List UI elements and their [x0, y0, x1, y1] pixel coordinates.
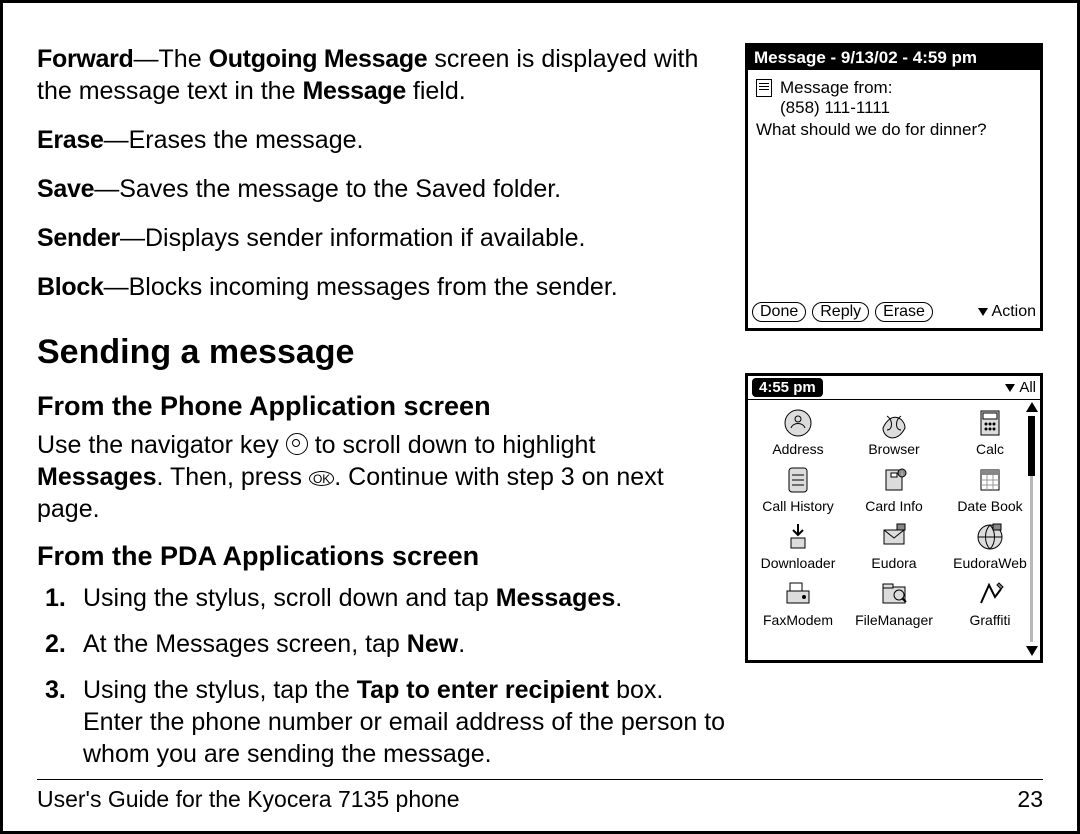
step-number: 1.: [45, 582, 66, 614]
def-block: Block—Blocks incoming messages from the …: [37, 271, 727, 303]
bold-messages: Messages: [496, 584, 616, 612]
page-footer: User's Guide for the Kyocera 7135 phone …: [37, 779, 1043, 813]
message-title-bar: Message - 9/13/02 - 4:59 pm: [748, 46, 1040, 70]
term-forward: Forward: [37, 45, 134, 73]
app-faxmodem[interactable]: FaxModem: [750, 577, 846, 628]
app-eudora[interactable]: Eudora: [846, 520, 942, 571]
app-calc[interactable]: Calc: [942, 406, 1038, 457]
text: .: [458, 630, 465, 658]
step-3: 3. Using the stylus, tap the Tap to ente…: [37, 674, 727, 770]
app-label: Browser: [868, 441, 919, 457]
app-address[interactable]: Address: [750, 406, 846, 457]
text: At the Messages screen, tap: [83, 630, 407, 658]
app-label: Eudora: [871, 555, 916, 571]
scroll-down-icon: [1026, 646, 1038, 656]
screenshot-column: Message - 9/13/02 - 4:59 pm Message from…: [745, 43, 1043, 784]
text: —Saves the message to the Saved folder.: [94, 175, 561, 203]
done-button[interactable]: Done: [752, 302, 806, 322]
step-number: 2.: [45, 628, 66, 660]
page-number: 23: [1017, 786, 1043, 813]
app-filemanager[interactable]: FileManager: [846, 577, 942, 628]
filter-label: All: [1019, 379, 1036, 396]
app-grid: Address Browser Calc Call History i Card …: [748, 400, 1040, 630]
app-eudoraweb[interactable]: EudoraWeb: [942, 520, 1038, 571]
reply-button[interactable]: Reply: [812, 302, 869, 322]
def-erase: Erase—Erases the message.: [37, 124, 727, 156]
chevron-down-icon: [978, 308, 988, 316]
launcher-scrollbar[interactable]: [1026, 402, 1038, 656]
message-from-number: (858) 111-1111: [780, 98, 890, 117]
launcher-status-bar: 4:55 pm All: [748, 376, 1040, 400]
text: Use the navigator key: [37, 431, 286, 459]
bold-new: New: [407, 630, 458, 658]
steps-list: 1. Using the stylus, scroll down and tap…: [37, 582, 727, 770]
subheading-pda-apps: From the PDA Applications screen: [37, 539, 727, 574]
text: .: [615, 584, 622, 612]
app-graffiti[interactable]: Graffiti: [942, 577, 1038, 628]
page-content: Forward—The Outgoing Message screen is d…: [37, 43, 1043, 784]
bold-messages: Messages: [37, 463, 157, 491]
def-sender: Sender—Displays sender information if av…: [37, 222, 727, 254]
message-from-text: Message from: (858) 111-1111: [780, 78, 892, 118]
app-date-book[interactable]: Date Book: [942, 463, 1038, 514]
app-browser[interactable]: Browser: [846, 406, 942, 457]
app-label: Address: [772, 441, 823, 457]
subheading-phone-app: From the Phone Application screen: [37, 389, 727, 424]
action-menu[interactable]: Action: [978, 303, 1036, 321]
scroll-thumb: [1028, 416, 1035, 476]
text: field.: [406, 77, 466, 105]
def-save: Save—Saves the message to the Saved fold…: [37, 173, 727, 205]
bold-message-field: Message: [302, 77, 406, 105]
ok-key-icon: OK: [309, 471, 334, 486]
def-forward: Forward—The Outgoing Message screen is d…: [37, 43, 727, 107]
app-label: EudoraWeb: [953, 555, 1027, 571]
text: Using the stylus, tap the: [83, 676, 357, 704]
app-label: Call History: [762, 498, 834, 514]
app-label: FileManager: [855, 612, 933, 628]
text: to scroll down to highlight: [308, 431, 596, 459]
app-downloader[interactable]: Downloader: [750, 520, 846, 571]
app-card-info[interactable]: i Card Info: [846, 463, 942, 514]
screenshot-launcher: 4:55 pm All Address Browser Calc Call Hi…: [745, 373, 1043, 663]
term-sender: Sender: [37, 224, 120, 252]
action-label: Action: [992, 303, 1036, 321]
body-text-column: Forward—The Outgoing Message screen is d…: [37, 43, 727, 784]
footer-title: User's Guide for the Kyocera 7135 phone: [37, 786, 459, 813]
message-from-label: Message from:: [780, 78, 892, 97]
app-label: Downloader: [761, 555, 836, 571]
chevron-down-icon: [1005, 384, 1015, 392]
screenshot-message: Message - 9/13/02 - 4:59 pm Message from…: [745, 43, 1043, 331]
term-erase: Erase: [37, 126, 104, 154]
app-label: Graffiti: [970, 612, 1011, 628]
navigator-key-icon: [286, 433, 308, 455]
text: . Then, press: [157, 463, 309, 491]
app-label: Date Book: [957, 498, 1022, 514]
category-filter[interactable]: All: [1005, 379, 1036, 396]
app-label: Card Info: [865, 498, 923, 514]
step-2: 2. At the Messages screen, tap New.: [37, 628, 727, 660]
text: —Erases the message.: [104, 126, 364, 154]
term-block: Block: [37, 273, 104, 301]
document-icon: [756, 79, 772, 97]
message-from-row: Message from: (858) 111-1111: [748, 70, 1040, 120]
bold-tap-recipient: Tap to enter recipient: [357, 676, 609, 704]
message-body: What should we do for dinner?: [748, 120, 1040, 140]
bold-outgoing-message: Outgoing Message: [209, 45, 428, 73]
message-button-row: Done Reply Erase Action: [752, 302, 1036, 322]
app-label: FaxModem: [763, 612, 833, 628]
step-number: 3.: [45, 674, 66, 706]
term-save: Save: [37, 175, 94, 203]
time-badge: 4:55 pm: [752, 378, 823, 397]
heading-sending: Sending a message: [37, 331, 727, 375]
svg-text:i: i: [901, 472, 902, 478]
erase-button[interactable]: Erase: [875, 302, 933, 322]
para-phone-app: Use the navigator key to scroll down to …: [37, 429, 727, 525]
scroll-up-icon: [1026, 402, 1038, 412]
text: —Blocks incoming messages from the sende…: [104, 273, 618, 301]
text: Using the stylus, scroll down and tap: [83, 584, 496, 612]
app-call-history[interactable]: Call History: [750, 463, 846, 514]
text: —Displays sender information if availabl…: [120, 224, 586, 252]
step-1: 1. Using the stylus, scroll down and tap…: [37, 582, 727, 614]
app-label: Calc: [976, 441, 1004, 457]
